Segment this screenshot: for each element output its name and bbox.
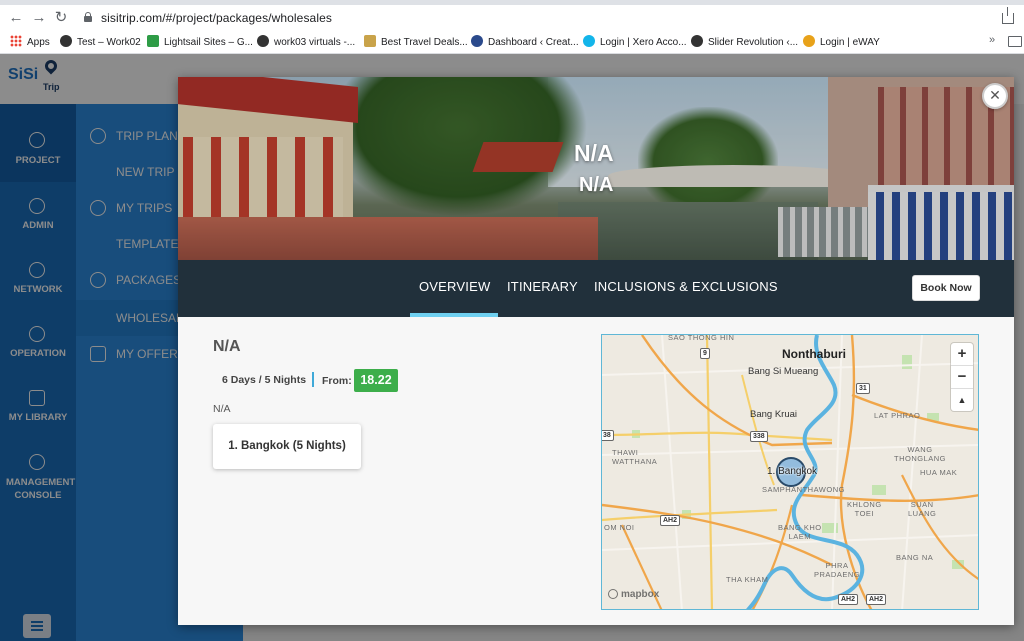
tab-inclusions-exclusions[interactable]: INCLUSIONS & EXCLUSIONS (594, 279, 778, 294)
folder-icon[interactable] (1008, 36, 1022, 47)
price-label: From: (322, 375, 352, 387)
bookmark-item[interactable]: Best Travel Deals... (364, 35, 468, 49)
share-icon[interactable] (1002, 7, 1014, 24)
bookmark-item[interactable]: work03 virtuals -... (257, 35, 355, 49)
package-name: N/A (213, 338, 241, 355)
bookmark-apps[interactable]: Apps (10, 35, 50, 49)
zoom-out-button[interactable]: − (951, 366, 973, 389)
globe-icon (257, 35, 269, 47)
highway-shield: 31 (856, 383, 870, 394)
compass-button[interactable]: ▲ (951, 389, 973, 411)
divider (312, 372, 314, 387)
package-detail-modal: N/A N/A ✕ OVERVIEW ITINERARY INCLUSIONS … (178, 77, 1014, 625)
hero-subtitle: N/A (579, 174, 614, 196)
address-bar[interactable]: sisitrip.com/#/project/packages/wholesal… (76, 7, 982, 29)
globe-icon (60, 35, 72, 47)
package-duration: 6 Days / 5 Nights (222, 374, 307, 386)
travel-icon (364, 35, 376, 47)
url-text: sisitrip.com/#/project/packages/wholesal… (101, 11, 332, 25)
reload-icon[interactable]: ↻ (52, 9, 70, 27)
bookmark-item[interactable]: Lightsail Sites – G... (147, 35, 253, 49)
bookmark-item[interactable]: Login | Xero Acco... (583, 35, 687, 49)
highway-shield: 9 (700, 348, 710, 359)
lock-icon (84, 12, 92, 22)
hero-image: N/A N/A ✕ (178, 77, 1014, 260)
map-zoom-controls: + − ▲ (951, 343, 973, 411)
bookmark-item[interactable]: Login | eWAY (803, 35, 880, 49)
bookmark-item[interactable]: Test – Work02 (60, 35, 141, 49)
mapbox-icon (608, 589, 618, 599)
dashboard-icon (471, 35, 483, 47)
bookmarks-more-button[interactable]: » (989, 34, 995, 46)
price-badge: 18.22 (354, 369, 398, 392)
back-icon[interactable]: ← (7, 9, 25, 27)
package-description: N/A (213, 403, 231, 415)
globe-icon (691, 35, 703, 47)
hero-title: N/A (574, 140, 614, 166)
close-button[interactable]: ✕ (982, 83, 1008, 109)
mapbox-attribution[interactable]: mapbox (608, 589, 659, 600)
book-now-button[interactable]: Book Now (912, 275, 980, 301)
apps-grid-icon (10, 35, 22, 47)
highway-shield: 38 (602, 430, 614, 441)
destination-card[interactable]: 1. Bangkok (5 Nights) (213, 424, 361, 469)
tab-overview[interactable]: OVERVIEW (419, 279, 490, 294)
forward-icon[interactable]: → (30, 9, 48, 27)
route-map[interactable]: SAO THONG HIN Nonthaburi Bang Si Mueang … (601, 334, 979, 610)
highway-shield: AH2 (866, 594, 887, 605)
bookmark-item[interactable]: Dashboard ‹ Creat... (471, 35, 579, 49)
active-tab-indicator (410, 313, 498, 317)
browser-toolbar: ← → ↻ sisitrip.com/#/project/packages/wh… (0, 5, 1024, 31)
zoom-in-button[interactable]: + (951, 343, 973, 366)
highway-shield: AH2 (660, 515, 681, 526)
highway-shield: 338 (750, 431, 768, 442)
bookmark-item[interactable]: Slider Revolution ‹... (691, 35, 798, 49)
eway-icon (803, 35, 815, 47)
sites-icon (147, 35, 159, 47)
tab-itinerary[interactable]: ITINERARY (507, 279, 578, 294)
highway-shield: AH2 (838, 594, 859, 605)
tab-bar: OVERVIEW ITINERARY INCLUSIONS & EXCLUSIO… (178, 260, 1014, 317)
bookmarks-bar: Apps Test – Work02 Lightsail Sites – G..… (0, 31, 1024, 54)
xero-icon (583, 35, 595, 47)
marker-label: 1. Bangkok (767, 466, 818, 477)
close-icon: ✕ (989, 87, 1001, 103)
